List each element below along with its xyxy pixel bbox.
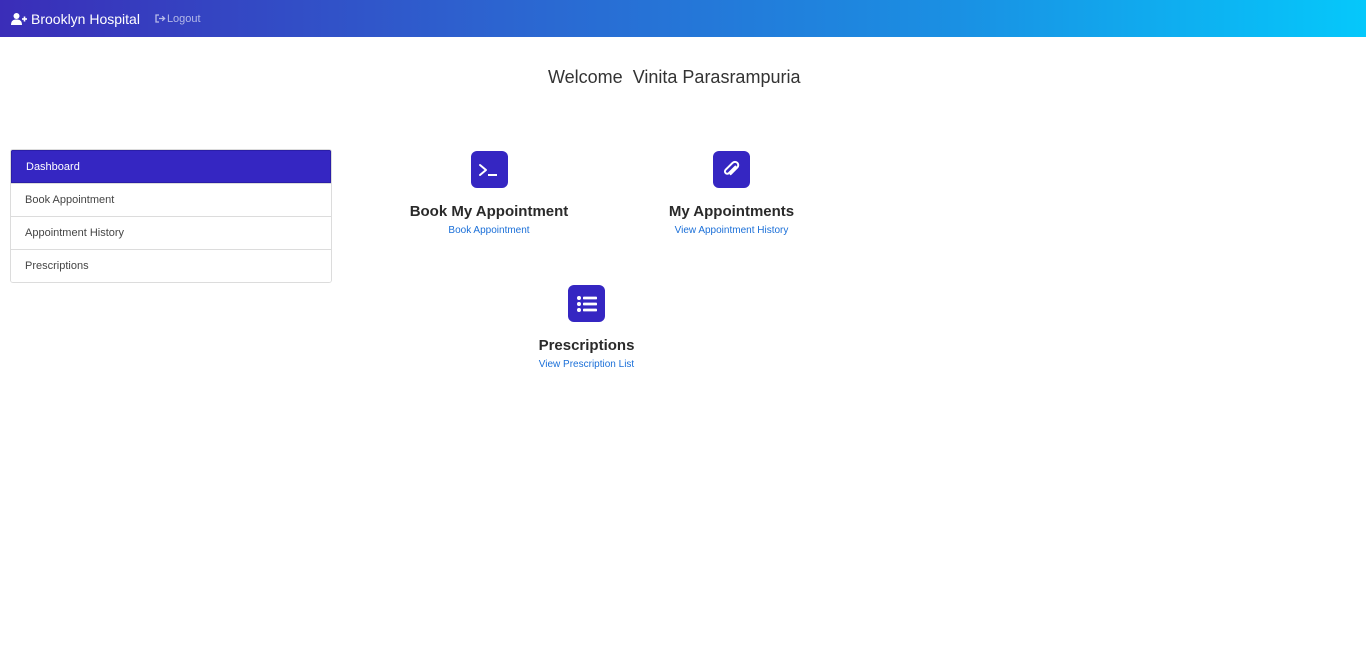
list-icon [568,285,605,322]
book-appointment-title: Book My Appointment [409,203,569,220]
user-plus-icon [11,12,27,25]
my-appointments-card: My Appointments View Appointment History [660,151,803,236]
welcome-prefix: Welcome [548,67,623,87]
brand-link[interactable]: Brooklyn Hospital [11,11,140,27]
sidebar-item-book-appointment[interactable]: Book Appointment [11,183,331,216]
prescriptions-title: Prescriptions [538,337,635,354]
book-appointment-card: Book My Appointment Book Appointment [406,151,572,236]
sidebar-item-appointment-history[interactable]: Appointment History [11,216,331,249]
book-appointment-link[interactable]: Book Appointment [406,225,572,236]
top-navbar: Brooklyn Hospital Logout [0,0,1366,37]
logout-link[interactable]: Logout [155,13,201,25]
welcome-user: Vinita Parasrampuria [632,67,801,87]
sidebar-item-dashboard[interactable]: Dashboard [11,150,331,183]
sidebar-menu: Dashboard Book Appointment Appointment H… [10,149,332,283]
terminal-icon [470,151,508,188]
welcome-heading: Welcome Vinita Parasrampuria [548,67,800,88]
prescriptions-card: Prescriptions View Prescription List [529,285,644,370]
brand-name: Brooklyn Hospital [31,10,140,27]
sign-out-icon [155,14,166,23]
appointment-history-link[interactable]: View Appointment History [660,225,803,236]
prescription-list-link[interactable]: View Prescription List [529,359,644,370]
my-appointments-title: My Appointments [668,203,795,220]
sidebar-item-prescriptions[interactable]: Prescriptions [11,249,331,282]
paperclip-icon [713,151,750,188]
logout-label: Logout [166,12,201,25]
